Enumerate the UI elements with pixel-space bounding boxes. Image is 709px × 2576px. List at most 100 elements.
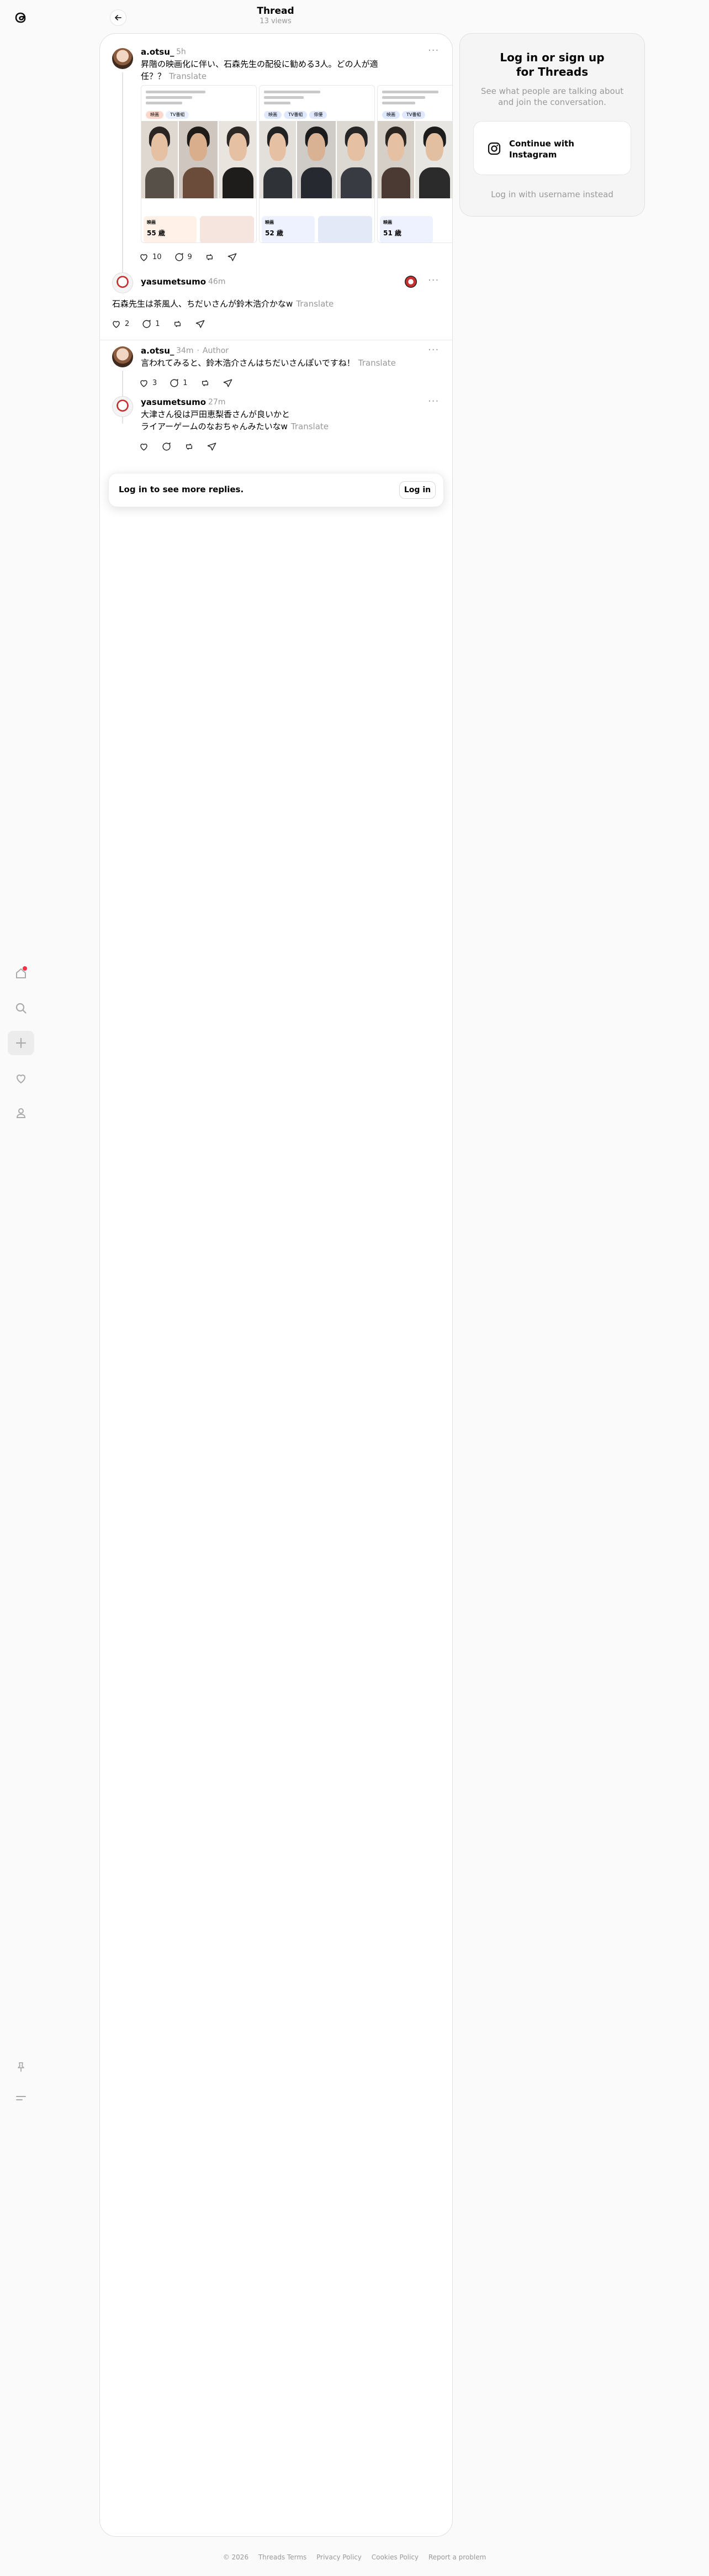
signup-subtitle: See what people are talking about and jo… <box>480 86 624 107</box>
more-options-icon[interactable]: ··· <box>428 275 439 286</box>
reply-button[interactable]: 1 <box>169 378 188 388</box>
cookies-link[interactable]: Cookies Policy <box>372 2553 419 2561</box>
repost-icon <box>206 254 213 260</box>
share-button[interactable] <box>195 319 205 329</box>
info-tile: 映画 55 歳 <box>144 216 197 243</box>
privacy-link[interactable]: Privacy Policy <box>316 2553 362 2561</box>
portrait-photo <box>219 121 256 198</box>
username[interactable]: a.otsu_ <box>141 47 174 57</box>
comment-icon <box>175 252 183 261</box>
image-carousel[interactable]: 映画 TV番組 映画 55 歳 映画 TV番組 俳優 映画 52 歳 映画 TV… <box>141 85 452 243</box>
avatar[interactable] <box>112 48 133 69</box>
category-pill: 映画 <box>382 111 400 119</box>
footer: © 2026 Threads Terms Privacy Policy Cook… <box>0 2553 709 2561</box>
translate-link[interactable]: Translate <box>296 299 334 309</box>
plus-icon[interactable] <box>8 1031 34 1055</box>
login-button[interactable]: Log in <box>399 481 436 499</box>
left-rail <box>0 0 42 2576</box>
menu-icon[interactable] <box>8 2086 34 2110</box>
avatar[interactable] <box>112 346 133 367</box>
category-pill: TV番組 <box>402 111 426 119</box>
terms-link[interactable]: Threads Terms <box>258 2553 306 2561</box>
heart-icon <box>140 443 147 451</box>
post-text: 言われてみると、鈴木浩介さんはちだいさんぽいですね！ Translate <box>141 358 396 368</box>
translate-link[interactable]: Translate <box>358 358 396 368</box>
info-tile: 映画 51 歳 <box>380 216 433 243</box>
repost-button[interactable] <box>200 378 210 388</box>
info-tile: 映画 52 歳 <box>262 216 315 243</box>
view-count: 13 views <box>260 17 292 25</box>
repost-icon <box>186 443 192 450</box>
continue-with-instagram-button[interactable]: Continue with Instagram <box>473 121 631 175</box>
post-time: 34m · Author <box>176 346 229 355</box>
repost-button[interactable] <box>184 441 194 452</box>
share-button[interactable] <box>207 441 217 452</box>
back-button[interactable] <box>110 9 126 26</box>
signup-panel: Log in or sign up for Threads See what p… <box>459 33 645 217</box>
portrait-photo <box>378 121 414 198</box>
post-text: 大津さん役は戸田恵梨香さんが良いかと ライアーゲームのなおちゃんみたいなw Tra… <box>141 409 329 431</box>
category-pill: TV番組 <box>166 111 189 119</box>
username[interactable]: yasumetsumo <box>141 397 206 407</box>
post-time: 5h <box>176 48 186 56</box>
search-icon[interactable] <box>8 996 34 1020</box>
send-icon <box>207 442 216 451</box>
home-icon[interactable] <box>8 961 34 986</box>
share-button[interactable] <box>223 378 233 388</box>
repost-icon <box>202 380 208 386</box>
repost-button[interactable] <box>204 252 215 262</box>
login-prompt-text: Log in to see more replies. <box>119 484 244 494</box>
translate-link[interactable]: Translate <box>291 422 329 431</box>
portrait-photo <box>141 121 178 198</box>
share-button[interactable] <box>227 252 237 262</box>
avatar[interactable] <box>112 396 133 417</box>
heart-icon[interactable] <box>8 1066 34 1091</box>
heart-icon <box>113 320 120 328</box>
reaction-avatar <box>405 276 417 288</box>
username[interactable]: a.otsu_ <box>141 346 174 356</box>
portrait-photo <box>260 121 296 198</box>
reply-button[interactable]: 9 <box>174 252 192 262</box>
repost-button[interactable] <box>172 319 183 329</box>
category-pill: 俳優 <box>309 111 327 119</box>
heart-icon <box>140 254 147 261</box>
like-button[interactable] <box>139 441 149 452</box>
reply-button[interactable]: 1 <box>141 319 160 329</box>
like-button[interactable]: 2 <box>111 319 129 329</box>
thread-card: a.otsu_ 5h ··· 昇階の映画化に伴い、石森先生の配役に勧める3人。ど… <box>99 33 453 2537</box>
reply-button[interactable] <box>161 441 172 452</box>
category-pill: 映画 <box>146 111 163 119</box>
profile-icon[interactable] <box>8 1101 34 1125</box>
info-tile <box>200 216 254 243</box>
send-icon <box>195 319 204 328</box>
like-button[interactable]: 3 <box>139 378 157 388</box>
avatar[interactable] <box>112 272 133 293</box>
threads-logo-icon[interactable] <box>12 8 30 28</box>
portrait-photo <box>297 121 336 198</box>
comment-icon <box>162 442 171 451</box>
username-login-link[interactable]: Log in with username instead <box>460 189 644 199</box>
portrait-photo <box>179 121 218 198</box>
more-options-icon[interactable]: ··· <box>428 344 439 356</box>
notification-dot <box>23 966 27 971</box>
post-time: 46m <box>208 277 226 286</box>
username[interactable]: yasumetsumo <box>141 277 206 287</box>
like-button[interactable]: 10 <box>139 252 162 262</box>
image-panel[interactable]: 映画 TV番組 映画 55 歳 <box>141 85 257 243</box>
translate-link[interactable]: Translate <box>169 71 207 81</box>
more-options-icon[interactable]: ··· <box>428 396 439 407</box>
image-panel[interactable]: 映画 TV番組 映画 51 歳 <box>377 85 452 243</box>
repost-icon <box>174 320 181 327</box>
heart-icon <box>140 380 147 387</box>
signup-title: Log in or sign up for Threads <box>500 51 605 78</box>
post-text: 昇階の映画化に伴い、石森先生の配役に勧める3人。どの人が適 任？？ Transla… <box>141 59 378 81</box>
copyright-text: © 2026 <box>223 2553 249 2561</box>
report-problem-link[interactable]: Report a problem <box>428 2553 486 2561</box>
page-title: Thread <box>257 6 294 17</box>
pin-icon[interactable] <box>8 2055 34 2079</box>
image-panel[interactable]: 映画 TV番組 俳優 映画 52 歳 <box>259 85 375 243</box>
more-options-icon[interactable]: ··· <box>428 45 439 56</box>
send-icon <box>223 378 232 387</box>
panel-header-text <box>146 88 212 107</box>
panel-header-text <box>264 88 330 107</box>
